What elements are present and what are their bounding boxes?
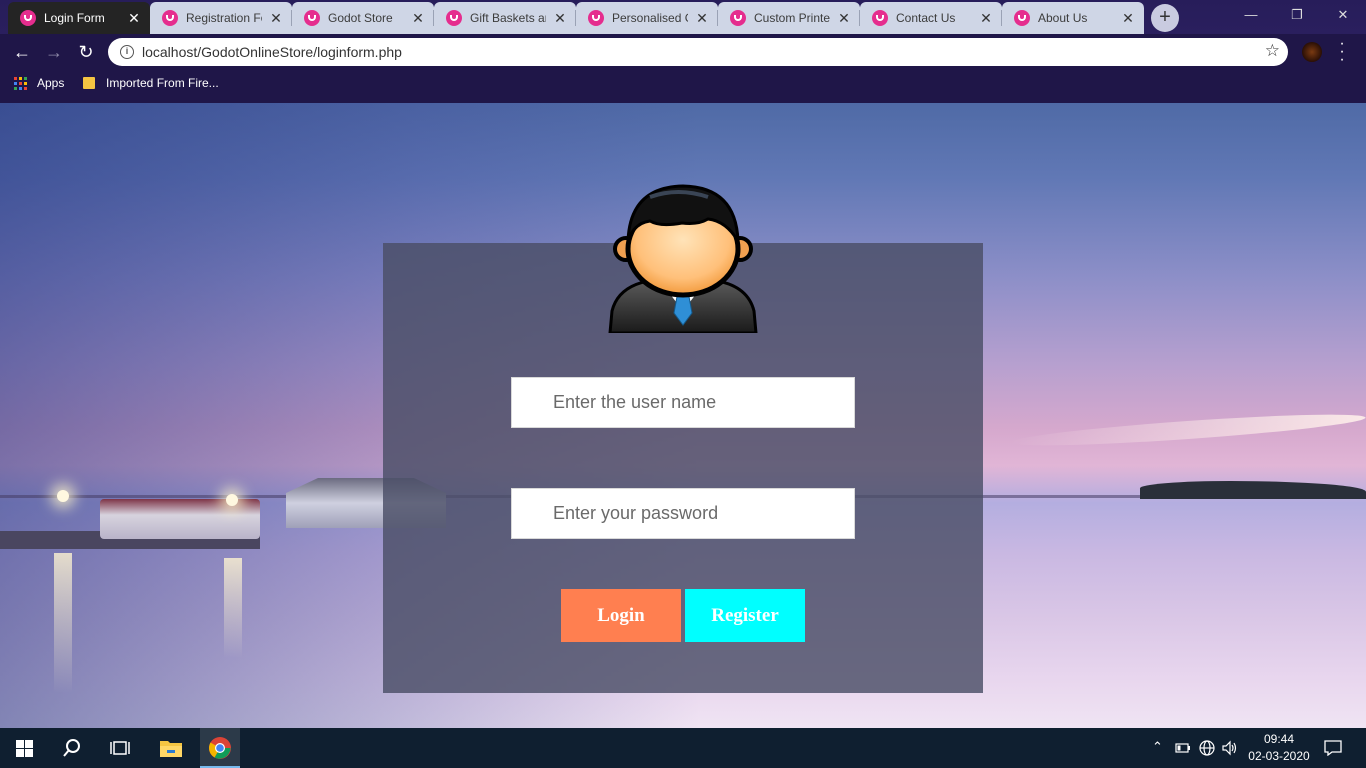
background-cloud <box>1009 408 1366 452</box>
battery-icon[interactable] <box>1175 742 1191 754</box>
windows-start-icon[interactable] <box>16 740 33 757</box>
chrome-icon[interactable] <box>208 736 232 760</box>
background-lamp <box>57 490 69 502</box>
minimize-button[interactable]: — <box>1228 0 1274 30</box>
site-favicon-icon <box>446 10 462 26</box>
site-info-icon[interactable]: i <box>120 45 134 59</box>
bookmark-label: Apps <box>37 76 65 90</box>
tab-title: About Us <box>1038 11 1088 25</box>
tab-gift-baskets[interactable]: Gift Baskets an ✕ <box>434 2 576 34</box>
more-menu-icon[interactable]: · · · <box>1338 36 1346 68</box>
tab-close-icon[interactable]: ✕ <box>978 10 994 27</box>
action-center-icon[interactable] <box>1324 740 1342 756</box>
back-arrow-icon[interactable]: ← <box>10 40 34 64</box>
profile-avatar[interactable] <box>1302 42 1322 62</box>
site-favicon-icon <box>588 10 604 26</box>
tab-title: Godot Store <box>328 11 393 25</box>
restore-button[interactable]: ❐ <box>1274 0 1320 30</box>
network-globe-icon[interactable] <box>1199 740 1215 756</box>
site-favicon-icon <box>872 10 888 26</box>
address-bar[interactable]: i localhost/GodotOnlineStore/loginform.p… <box>108 38 1288 66</box>
background-boat <box>100 499 260 539</box>
tab-title: Login Form <box>44 11 105 25</box>
tab-title: Personalised G <box>612 11 688 25</box>
clock-date: 02-03-2020 <box>1248 749 1310 763</box>
tab-login-form[interactable]: Login Form ✕ <box>8 2 150 34</box>
site-favicon-icon <box>304 10 320 26</box>
bookmark-imported-folder[interactable]: Imported From Fire... <box>83 76 219 90</box>
show-hidden-icons-icon[interactable]: ⌃ <box>1152 739 1163 755</box>
tab-title: Gift Baskets an <box>470 11 546 25</box>
background-lamp <box>226 494 238 506</box>
close-window-button[interactable]: ✕ <box>1320 0 1366 30</box>
tab-close-icon[interactable]: ✕ <box>1120 10 1136 27</box>
tab-custom-printed[interactable]: Custom Printe ✕ <box>718 2 860 34</box>
site-favicon-icon <box>730 10 746 26</box>
system-clock[interactable]: 09:44 02-03-2020 <box>1244 731 1314 765</box>
user-avatar-icon <box>608 184 758 333</box>
bookmark-label: Imported From Fire... <box>106 76 219 90</box>
username-input[interactable] <box>511 377 855 428</box>
url-text: localhost/GodotOnlineStore/loginform.php <box>142 44 402 60</box>
task-view-icon[interactable] <box>110 739 130 757</box>
tab-close-icon[interactable]: ✕ <box>410 10 426 27</box>
site-favicon-icon <box>20 10 36 26</box>
tab-title: Registration Fo <box>186 11 262 25</box>
forward-arrow-icon[interactable]: → <box>42 40 66 64</box>
register-button[interactable]: Register <box>685 589 805 642</box>
bookmark-apps[interactable]: Apps <box>14 76 64 90</box>
volume-icon[interactable] <box>1222 740 1238 756</box>
new-tab-button[interactable]: + <box>1151 4 1179 32</box>
site-favicon-icon <box>162 10 178 26</box>
bookmark-star-icon[interactable]: ☆ <box>1265 41 1280 61</box>
tab-registration-form[interactable]: Registration Fo ✕ <box>150 2 292 34</box>
tab-close-icon[interactable]: ✕ <box>836 10 852 27</box>
tab-about-us[interactable]: About Us ✕ <box>1002 2 1144 34</box>
folder-icon <box>83 77 95 89</box>
site-favicon-icon <box>1014 10 1030 26</box>
search-icon[interactable] <box>62 738 82 758</box>
reload-icon[interactable]: ↻ <box>74 40 98 64</box>
login-button[interactable]: Login <box>561 589 681 642</box>
background-treeline <box>1140 481 1366 499</box>
clock-time: 09:44 <box>1263 732 1295 746</box>
tab-close-icon[interactable]: ✕ <box>126 10 142 27</box>
tab-personalised[interactable]: Personalised G ✕ <box>576 2 718 34</box>
tab-contact-us[interactable]: Contact Us ✕ <box>860 2 1002 34</box>
file-explorer-icon[interactable] <box>159 738 183 758</box>
tab-close-icon[interactable]: ✕ <box>268 10 284 27</box>
tab-close-icon[interactable]: ✕ <box>552 10 568 27</box>
tab-close-icon[interactable]: ✕ <box>694 10 710 27</box>
password-input[interactable] <box>511 488 855 539</box>
tab-godot-store[interactable]: Godot Store ✕ <box>292 2 434 34</box>
apps-grid-icon <box>14 76 27 90</box>
tab-title: Custom Printe <box>754 11 830 25</box>
tab-title: Contact Us <box>896 11 956 25</box>
